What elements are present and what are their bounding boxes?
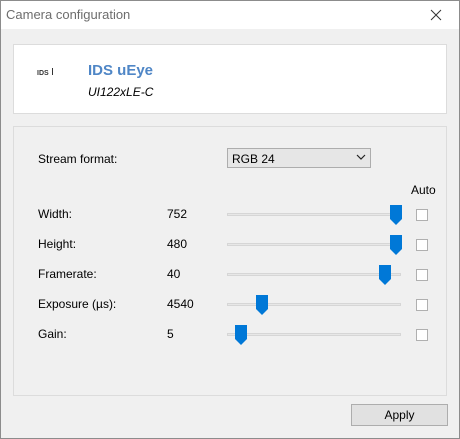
exposure-slider[interactable] [227,303,401,306]
camera-name: IDS uEye [88,62,154,79]
window-title: Camera configuration [6,7,131,22]
height-slider-thumb[interactable] [389,235,402,255]
stream-format-value: RGB 24 [232,152,275,166]
settings-panel: Stream format: RGB 24 Auto Width: 752 He… [13,126,447,396]
camera-info-panel: IDS IDS uEye UI122xLE-C [13,44,447,114]
width-slider[interactable] [227,213,401,216]
close-button[interactable] [413,1,459,29]
svg-text:IDS: IDS [37,70,49,77]
width-auto-checkbox[interactable] [416,209,428,221]
exposure-value: 4540 [167,297,194,311]
auto-column-label: Auto [411,183,436,197]
width-value: 752 [167,207,188,221]
height-auto-checkbox[interactable] [416,239,428,251]
stream-format-label: Stream format: [38,152,118,166]
framerate-slider-thumb[interactable] [379,265,392,285]
width-slider-thumb[interactable] [389,205,402,225]
exposure-label: Exposure (µs): [38,297,117,311]
title-bar: Camera configuration [1,1,459,29]
exposure-auto-checkbox[interactable] [416,299,428,311]
gain-label: Gain: [38,327,67,341]
gain-value: 5 [167,327,174,341]
framerate-slider[interactable] [227,273,401,276]
camera-model: UI122xLE-C [88,85,154,99]
gain-slider-thumb[interactable] [234,325,247,345]
camera-configuration-dialog: Camera configuration IDS IDS uEye UI122x… [0,0,460,439]
gain-slider[interactable] [227,333,401,336]
framerate-auto-checkbox[interactable] [416,269,428,281]
height-label: Height: [38,237,77,251]
framerate-value: 40 [167,267,181,281]
gain-auto-checkbox[interactable] [416,329,428,341]
framerate-label: Framerate: [38,267,97,281]
chevron-down-icon [356,154,366,160]
close-icon [430,9,442,21]
height-value: 480 [167,237,188,251]
ids-logo: IDS [37,68,53,77]
exposure-slider-thumb[interactable] [255,295,268,315]
height-slider[interactable] [227,243,401,246]
width-label: Width: [38,207,73,221]
apply-button[interactable]: Apply [351,404,448,426]
stream-format-select[interactable]: RGB 24 [227,148,371,168]
